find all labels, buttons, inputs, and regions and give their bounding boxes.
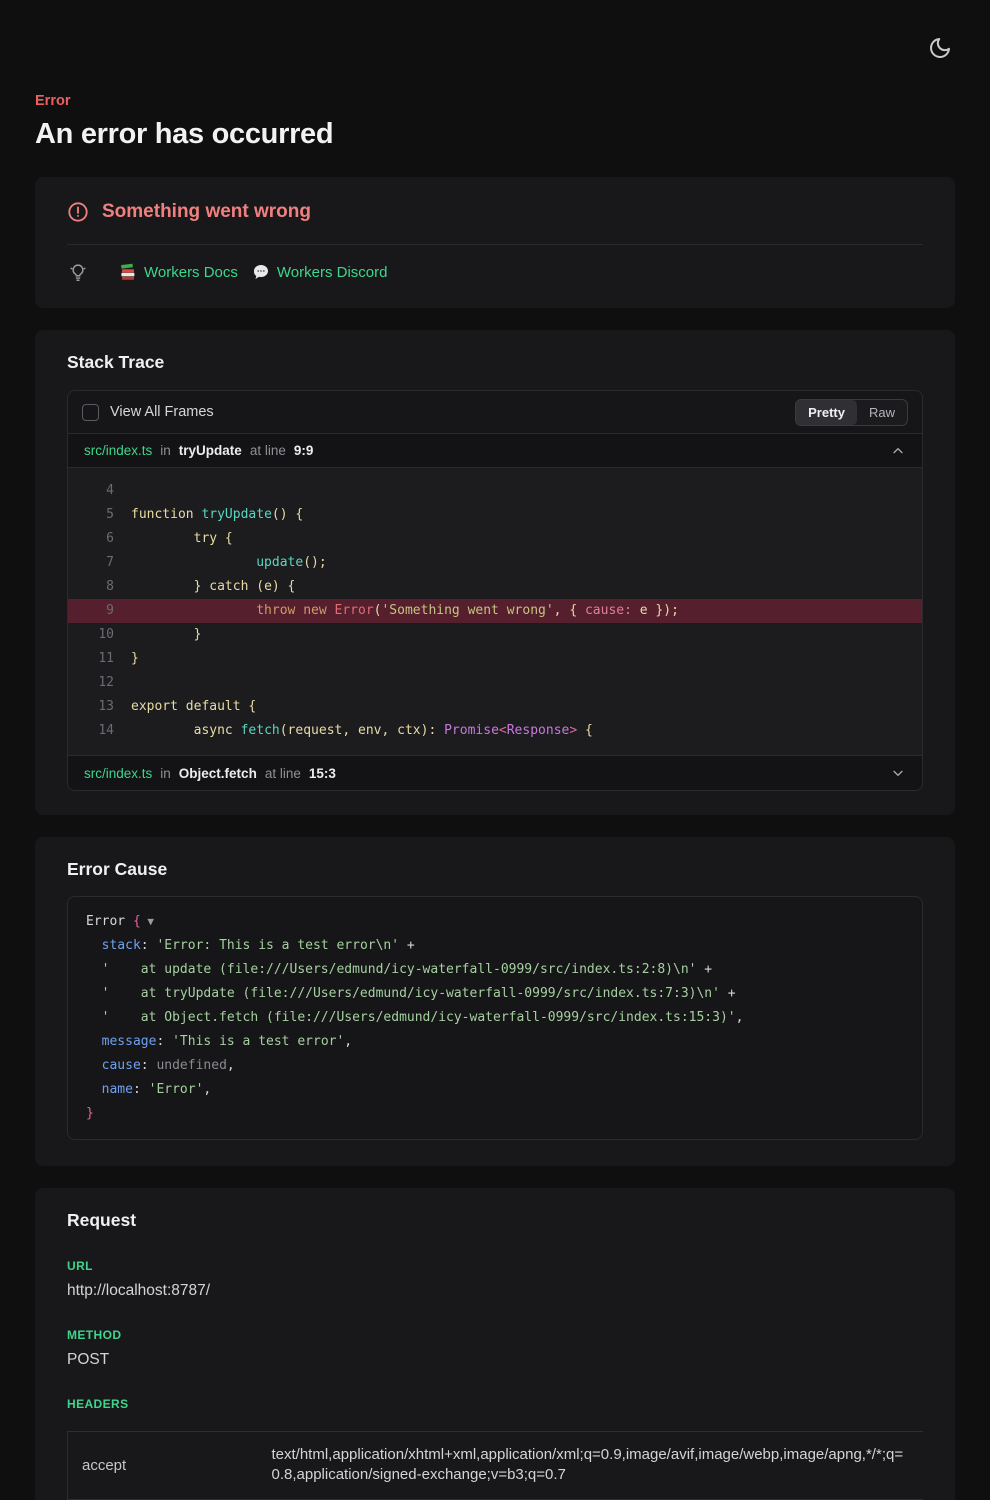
- code-line: 4: [68, 479, 922, 503]
- code-line: 6 try {: [68, 527, 922, 551]
- headers-table: accepttext/html,application/xhtml+xml,ap…: [67, 1431, 923, 1500]
- method-value: POST: [67, 1351, 923, 1369]
- url-value: http://localhost:8787/: [67, 1282, 923, 1300]
- line-number: 4: [68, 479, 114, 503]
- code-line: 11}: [68, 647, 922, 671]
- frame-at-label: at line: [265, 766, 301, 781]
- divider: [67, 244, 923, 245]
- code-line: 14 async fetch(request, env, ctx): Promi…: [68, 719, 922, 743]
- workers-discord-link[interactable]: Workers Discord: [252, 263, 388, 281]
- workers-docs-label: Workers Docs: [144, 264, 238, 281]
- stack-frame-header[interactable]: src/index.ts in Object.fetch at line 15:…: [68, 755, 922, 790]
- cause-line: message: 'This is a test error',: [86, 1030, 904, 1054]
- header-value: text/html,application/xhtml+xml,applicat…: [258, 1432, 924, 1500]
- moon-icon: [928, 36, 952, 60]
- header-name: accept: [68, 1432, 258, 1500]
- frame-function: tryUpdate: [179, 443, 242, 458]
- error-page: Error An error has occurred Something we…: [0, 0, 990, 1500]
- alert-title: Something went wrong: [102, 201, 311, 223]
- cause-line: ' at tryUpdate (file:///Users/edmund/icy…: [86, 982, 904, 1006]
- line-number: 12: [68, 671, 114, 695]
- frame-line-number: 15:3: [309, 766, 336, 781]
- alert-card: Something went wrong Workers Docs: [35, 177, 955, 308]
- cause-line: name: 'Error',: [86, 1078, 904, 1102]
- cause-line: stack: 'Error: This is a test error\n' +: [86, 934, 904, 958]
- method-label: METHOD: [67, 1328, 923, 1342]
- frame-file: src/index.ts: [84, 766, 152, 781]
- code-line: 10 }: [68, 623, 922, 647]
- error-eyebrow: Error: [35, 93, 955, 109]
- chevron-up-icon: [890, 443, 906, 459]
- stack-trace-toolbar: View All Frames Pretty Raw: [68, 391, 922, 433]
- code-line: 8 } catch (e) {: [68, 575, 922, 599]
- url-label: URL: [67, 1259, 923, 1273]
- view-all-frames-toggle[interactable]: View All Frames: [82, 404, 214, 421]
- error-cause-box: Error { ▼ stack: 'Error: This is a test …: [67, 896, 923, 1140]
- stack-trace-card: Stack Trace View All Frames Pretty Raw s…: [35, 330, 955, 815]
- frame-in-label: in: [160, 766, 171, 781]
- line-number: 5: [68, 503, 114, 527]
- code-viewer: 45function tryUpdate() {6 try {7 update(…: [68, 468, 922, 755]
- error-cause-card: Error Cause Error { ▼ stack: 'Error: Thi…: [35, 837, 955, 1166]
- books-icon: [119, 263, 137, 281]
- stack-trace-heading: Stack Trace: [67, 352, 923, 373]
- code-lines: 45function tryUpdate() {6 try {7 update(…: [68, 479, 922, 743]
- raw-button[interactable]: Raw: [857, 400, 907, 425]
- line-number: 7: [68, 551, 114, 575]
- chevron-down-icon: [890, 765, 906, 781]
- lightbulb-icon: [67, 261, 89, 283]
- headers-label: HEADERS: [67, 1397, 923, 1411]
- line-number: 6: [68, 527, 114, 551]
- cause-line: cause: undefined,: [86, 1054, 904, 1078]
- cause-line: }: [86, 1102, 904, 1126]
- line-number: 9: [68, 599, 114, 623]
- line-number: 11: [68, 647, 114, 671]
- pretty-button[interactable]: Pretty: [796, 400, 857, 425]
- speech-balloon-icon: [252, 263, 270, 281]
- workers-discord-label: Workers Discord: [277, 264, 388, 281]
- frame-at-label: at line: [250, 443, 286, 458]
- stack-trace-box: View All Frames Pretty Raw src/index.ts …: [67, 390, 923, 791]
- code-line: 9 throw new Error('Something went wrong'…: [68, 599, 922, 623]
- frame-function: Object.fetch: [179, 766, 257, 781]
- error-cause-heading: Error Cause: [67, 859, 923, 880]
- request-card: Request URL http://localhost:8787/ METHO…: [35, 1188, 955, 1500]
- code-line: 5function tryUpdate() {: [68, 503, 922, 527]
- cause-line: Error { ▼: [86, 910, 904, 934]
- line-number: 10: [68, 623, 114, 647]
- view-all-frames-label: View All Frames: [110, 404, 214, 420]
- frame-line-number: 9:9: [294, 443, 314, 458]
- view-all-frames-checkbox[interactable]: [82, 404, 99, 421]
- stack-frame-header[interactable]: src/index.ts in tryUpdate at line 9:9: [68, 433, 922, 468]
- error-cause-object: Error { ▼ stack: 'Error: This is a test …: [86, 910, 904, 1126]
- cause-line: ' at update (file:///Users/edmund/icy-wa…: [86, 958, 904, 982]
- code-line: 7 update();: [68, 551, 922, 575]
- frame-in-label: in: [160, 443, 171, 458]
- pretty-raw-toggle: Pretty Raw: [795, 399, 908, 426]
- theme-toggle-button[interactable]: [926, 34, 954, 62]
- line-number: 14: [68, 719, 114, 743]
- code-line: 13export default {: [68, 695, 922, 719]
- header-row: accepttext/html,application/xhtml+xml,ap…: [68, 1432, 924, 1500]
- line-number: 13: [68, 695, 114, 719]
- code-line: 12: [68, 671, 922, 695]
- page-title: An error has occurred: [35, 118, 955, 151]
- cause-line: ' at Object.fetch (file:///Users/edmund/…: [86, 1006, 904, 1030]
- workers-docs-link[interactable]: Workers Docs: [119, 263, 238, 281]
- request-heading: Request: [67, 1210, 923, 1231]
- line-number: 8: [68, 575, 114, 599]
- frame-file: src/index.ts: [84, 443, 152, 458]
- alert-circle-icon: [67, 201, 89, 223]
